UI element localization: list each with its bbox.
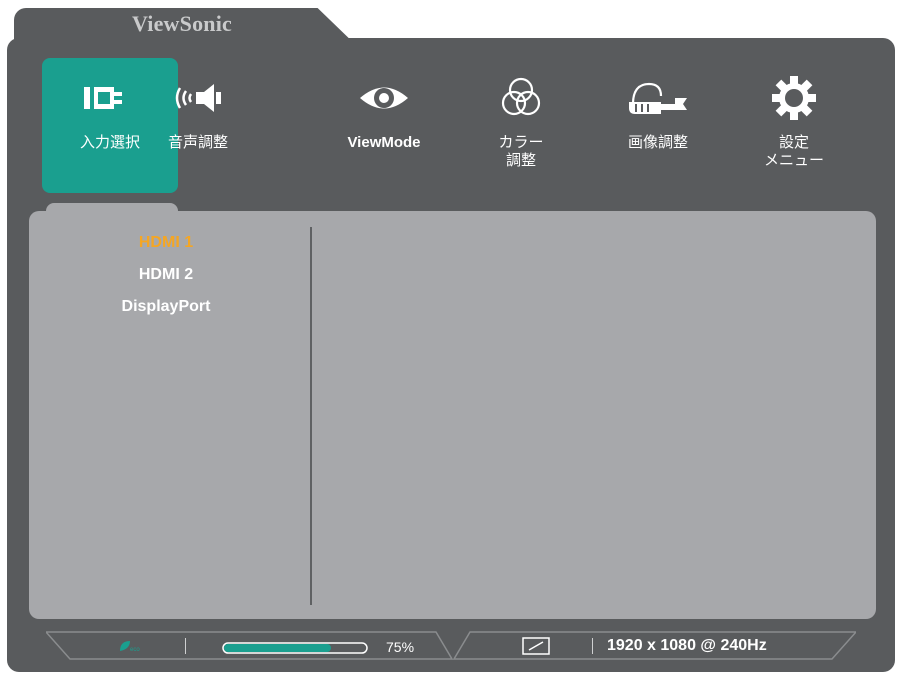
tab-label: 設定 メニュー <box>763 134 824 169</box>
input-option-displayport[interactable]: DisplayPort <box>60 298 272 316</box>
tab-setup-menu[interactable]: 設定 メニュー <box>730 58 858 193</box>
input-option-hdmi1[interactable]: HDMI 1 <box>60 234 272 252</box>
tab-label: カラー 調整 <box>498 134 544 169</box>
tab-label: ViewMode <box>347 134 421 151</box>
color-circles-icon <box>457 77 585 118</box>
aspect-ratio-icon <box>522 637 550 655</box>
tab-label: 音声調整 <box>167 134 228 151</box>
status-separator <box>185 638 186 654</box>
panel-divider <box>310 227 312 605</box>
svg-text:eco: eco <box>130 647 140 653</box>
tab-label: 画像調整 <box>627 134 688 151</box>
brightness-bar <box>222 641 368 659</box>
status-separator <box>592 638 593 654</box>
brightness-percent: 75% <box>386 639 415 655</box>
tab-color-adjust[interactable]: カラー 調整 <box>457 58 585 193</box>
tab-audio-adjust[interactable]: 音声調整 <box>134 58 262 193</box>
speaker-icon <box>134 78 262 118</box>
input-option-hdmi2[interactable]: HDMI 2 <box>60 266 272 284</box>
tab-viewmode[interactable]: ViewMode <box>320 58 448 193</box>
eye-icon <box>320 78 448 118</box>
tab-image-adjust[interactable]: 画像調整 <box>594 58 722 193</box>
eco-leaf-icon: eco <box>120 641 140 653</box>
brand-logo: ViewSonic <box>132 11 232 36</box>
wrench-hand-icon <box>594 78 722 118</box>
gear-icon <box>730 76 858 120</box>
resolution-readout: 1920 x 1080 @ 240Hz <box>607 637 767 654</box>
